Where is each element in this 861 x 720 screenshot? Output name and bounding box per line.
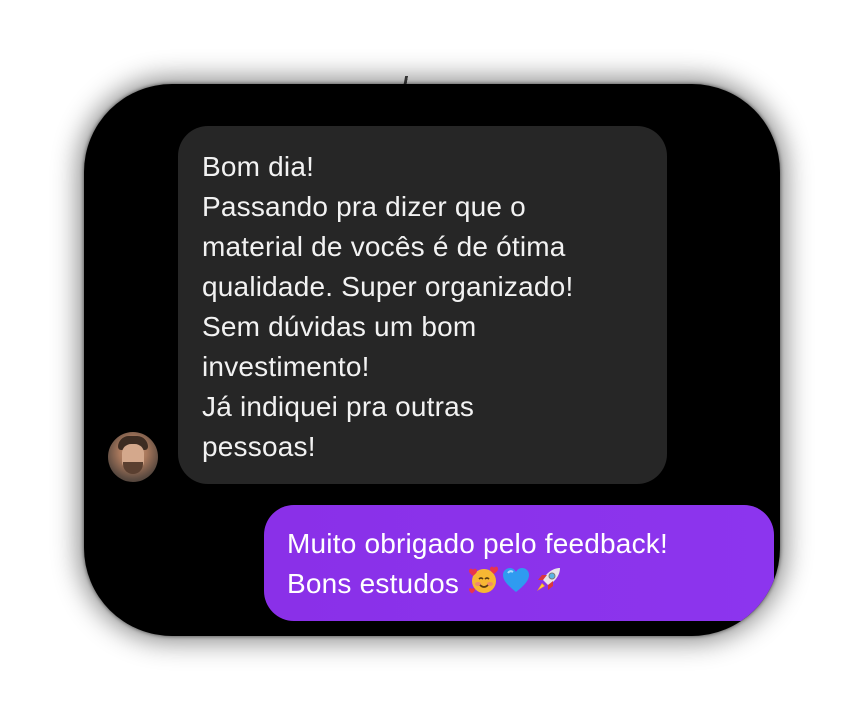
outgoing-message-bubble[interactable]: Muito obrigado pelo feedback! Bons estud… — [264, 505, 774, 621]
rocket-icon — [533, 565, 563, 606]
message-line: qualidade. Super organizado! — [202, 271, 574, 302]
incoming-message-bubble[interactable]: Bom dia! Passando pra dizer que o materi… — [178, 126, 667, 484]
blue-heart-icon — [501, 565, 531, 606]
message-line: investimento! — [202, 351, 370, 382]
smiling-face-with-hearts-icon — [469, 565, 499, 606]
reply-text: Bons estudos — [287, 568, 460, 599]
screenshot-stage: Bom dia! Passando pra dizer que o materi… — [0, 0, 861, 720]
message-line: Já indiquei pra outras — [202, 391, 475, 422]
reply-line: Muito obrigado pelo feedback! — [287, 528, 668, 559]
chat-thread: Bom dia! Passando pra dizer que o materi… — [84, 84, 780, 636]
message-line: pessoas! — [202, 431, 316, 462]
avatar-beard — [123, 462, 143, 474]
message-line: Passando pra dizer que o — [202, 191, 526, 222]
message-line: Sem dúvidas um bom — [202, 311, 477, 342]
message-line: Bom dia! — [202, 151, 315, 182]
reply-line-2: Bons estudos — [287, 564, 774, 606]
message-line: material de vocês é de ótima — [202, 231, 566, 262]
sender-avatar[interactable] — [108, 432, 158, 482]
